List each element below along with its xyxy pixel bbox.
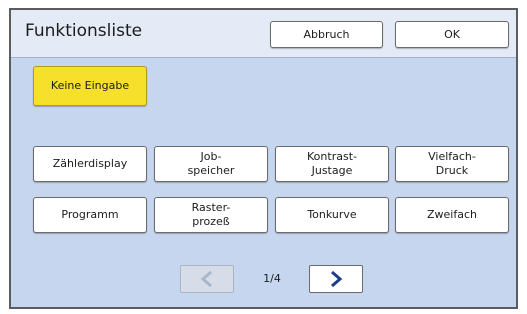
function-button-rasterprozess[interactable]: Raster- prozeß — [154, 197, 268, 233]
function-list-screen: Funktionsliste Abbruch OK Keine Eingabe … — [9, 8, 518, 309]
function-button-vielfach-druck[interactable]: Vielfach- Druck — [395, 146, 509, 182]
function-button-jobspeicher[interactable]: Job- speicher — [154, 146, 268, 182]
function-button-kontrast-justage[interactable]: Kontrast- Justage — [275, 146, 389, 182]
ok-button[interactable]: OK — [395, 21, 509, 48]
chevron-right-icon — [331, 270, 343, 288]
function-button-tonkurve[interactable]: Tonkurve — [275, 197, 389, 233]
chevron-left-icon — [200, 270, 212, 288]
previous-page-button[interactable] — [180, 265, 234, 293]
no-input-button[interactable]: Keine Eingabe — [33, 66, 147, 106]
page-title: Funktionsliste — [25, 21, 143, 41]
function-button-programm[interactable]: Programm — [33, 197, 147, 233]
cancel-button[interactable]: Abbruch — [270, 21, 383, 48]
header-bar: Funktionsliste Abbruch OK — [11, 10, 516, 58]
page-indicator: 1/4 — [263, 272, 281, 285]
function-button-zaehlerdisplay[interactable]: Zählerdisplay — [33, 146, 147, 182]
function-button-zweifach[interactable]: Zweifach — [395, 197, 509, 233]
next-page-button[interactable] — [309, 265, 363, 293]
